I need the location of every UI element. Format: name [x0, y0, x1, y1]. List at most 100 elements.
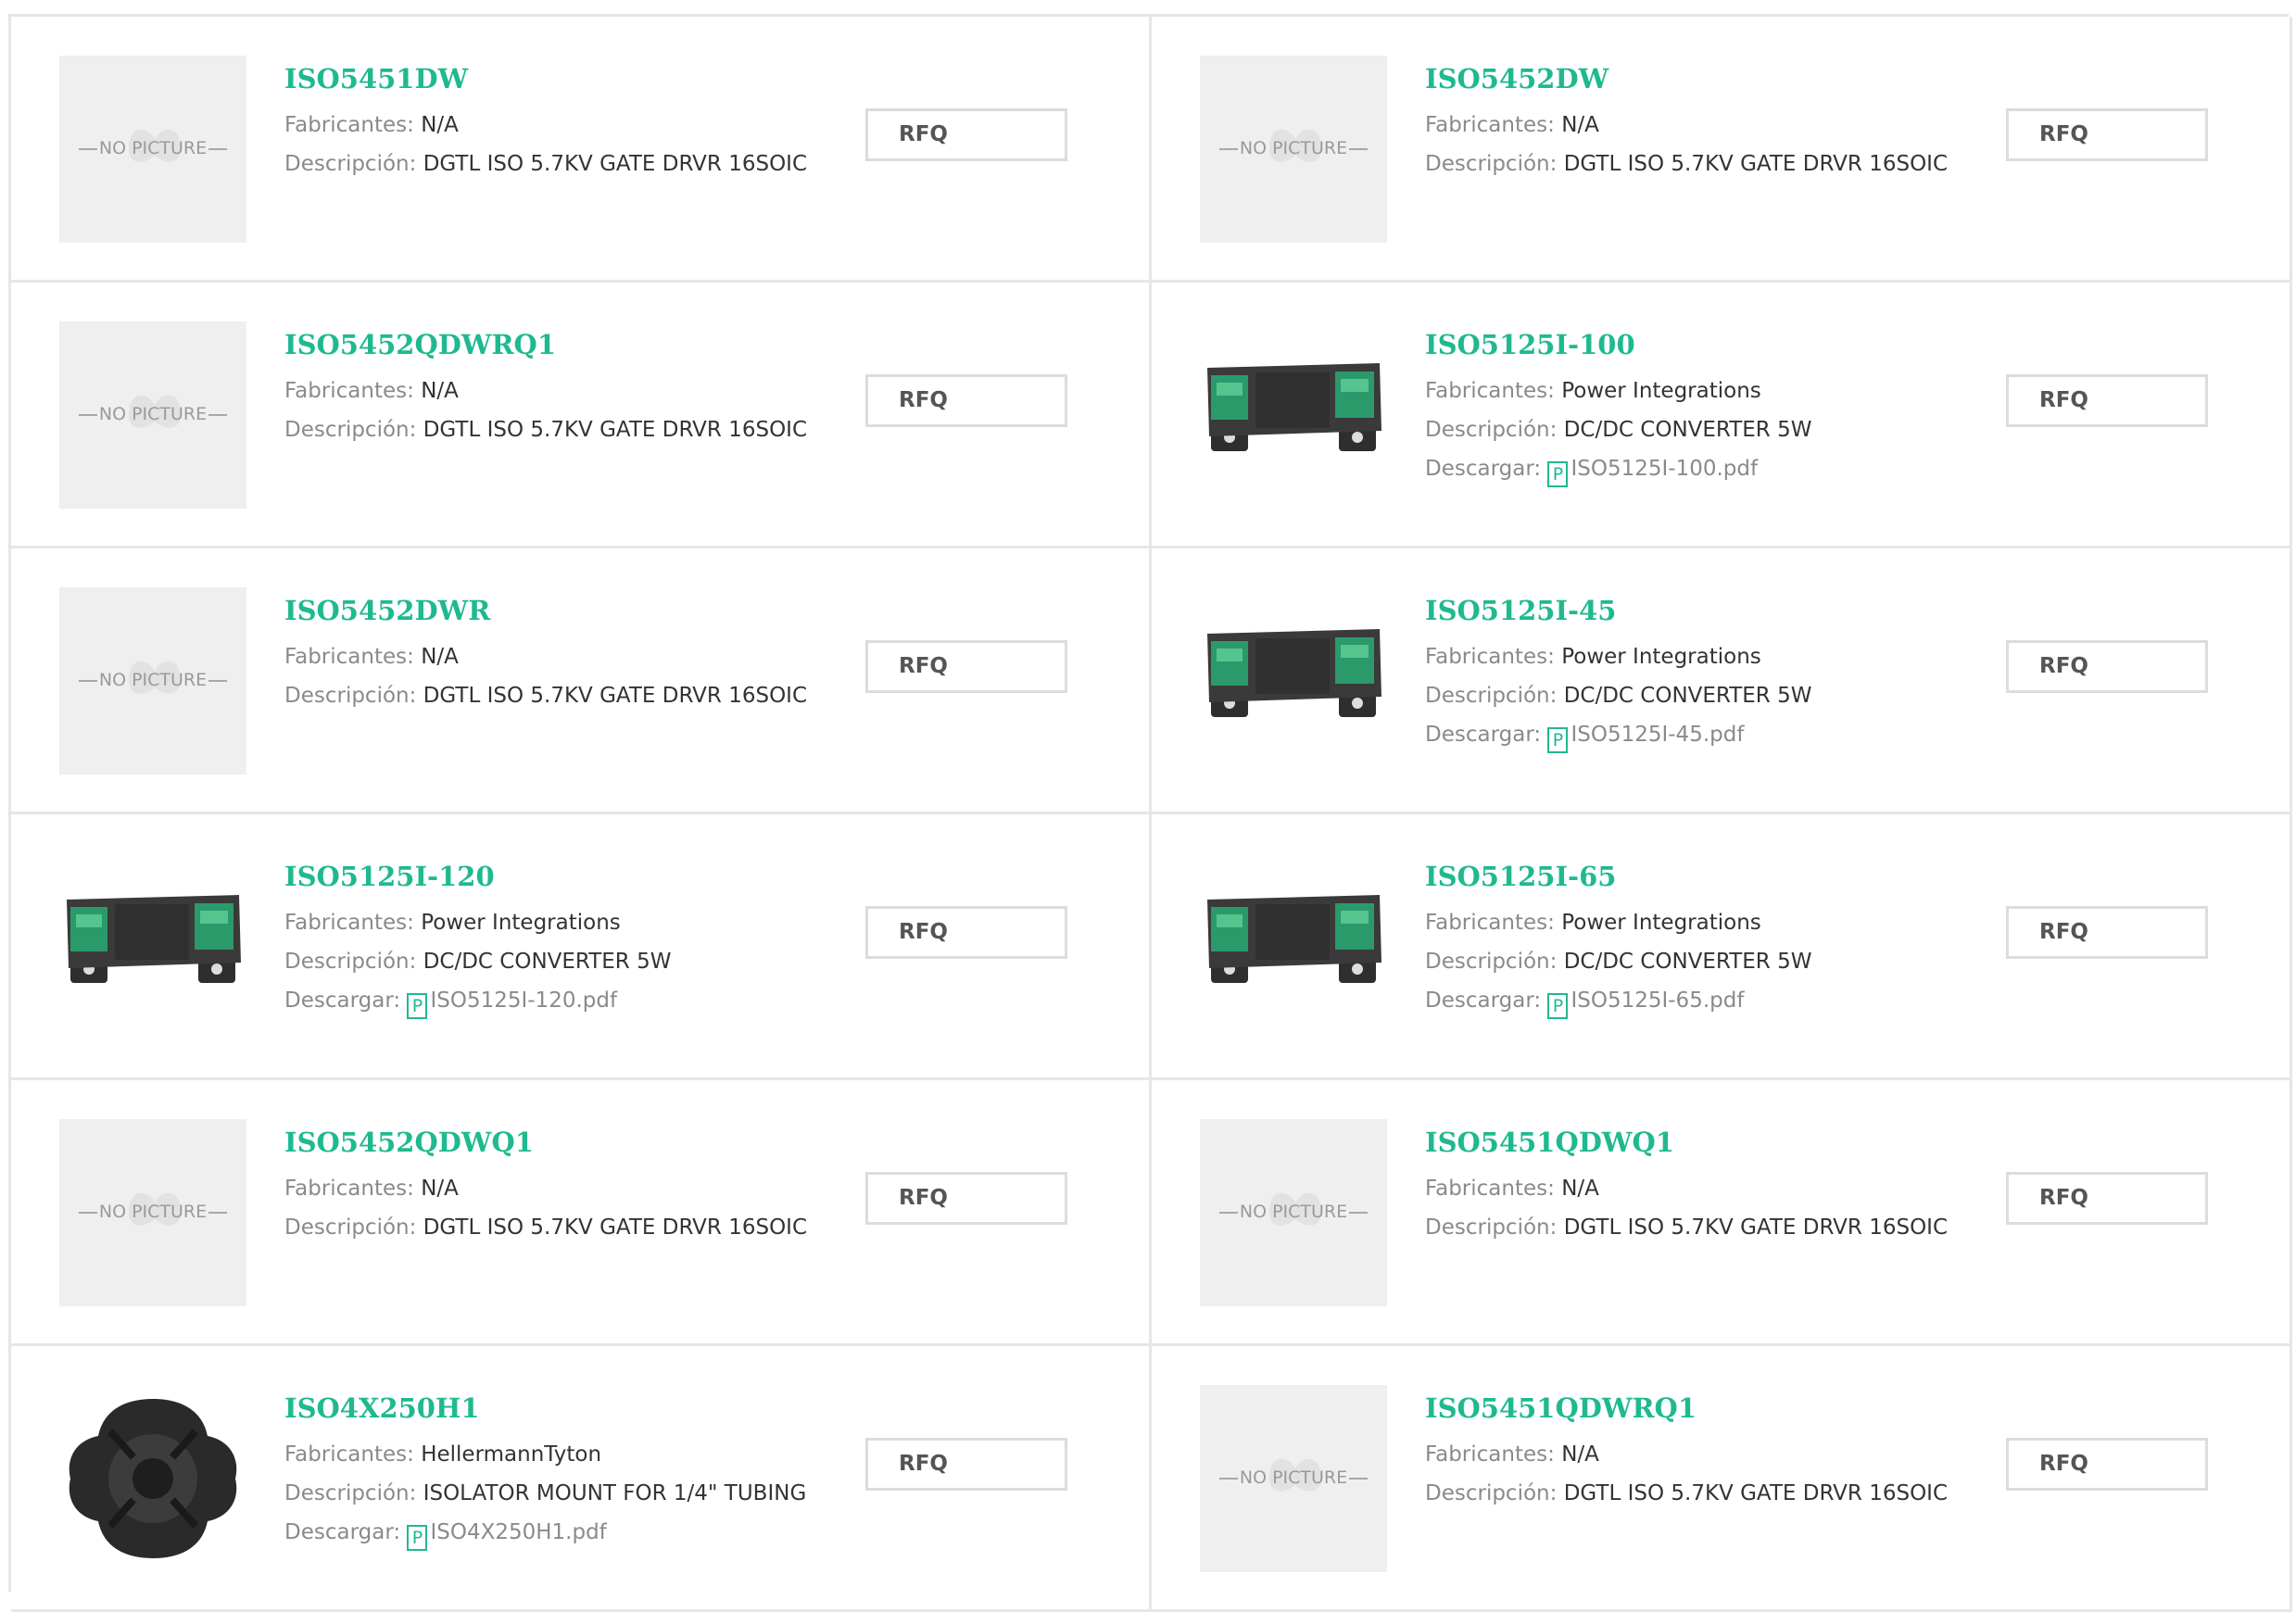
no-picture-text: NO PICTURE: [98, 404, 208, 424]
manufacturer-row: Fabricantes: HellermannTyton: [284, 1442, 601, 1467]
pdf-icon[interactable]: P: [407, 993, 428, 1019]
rfq-button[interactable]: RFQ: [2006, 108, 2208, 161]
description-row: Descripción: DGTL ISO 5.7KV GATE DRVR 16…: [1425, 1481, 1948, 1505]
description-row: Descripción: DC/DC CONVERTER 5W: [1425, 950, 1811, 974]
description-value: DGTL ISO 5.7KV GATE DRVR 16SOIC: [1563, 1481, 1949, 1505]
pdf-icon[interactable]: P: [1547, 727, 1569, 753]
product-card: NO PICTURE ISO5452QDWRQ1 Fabricantes: N/…: [11, 283, 1152, 548]
manufacturer-value: N/A: [1561, 1442, 1599, 1467]
no-picture-text: NO PICTURE: [1239, 1467, 1348, 1488]
description-value: ISOLATOR MOUNT FOR 1/4" TUBING: [423, 1481, 807, 1505]
converter-image: [1200, 587, 1387, 775]
no-picture-placeholder: NO PICTURE: [59, 587, 246, 775]
manufacturer-row: Fabricantes: N/A: [1425, 1177, 1599, 1201]
converter-image: [1200, 321, 1387, 509]
product-card: NO PICTURE ISO5452DWR Fabricantes: N/A D…: [11, 548, 1152, 814]
manufacturer-label: Fabricantes:: [1425, 645, 1555, 669]
download-label: Descargar:: [284, 1520, 401, 1544]
manufacturer-value: N/A: [1561, 113, 1599, 137]
manufacturer-value: Power Integrations: [1561, 379, 1761, 403]
product-name-link[interactable]: ISO5451QDWRQ1: [1425, 1392, 1697, 1424]
download-row: Descargar: P ISO5125I-120.pdf: [284, 989, 617, 1019]
product-grid: NO PICTURE ISO5451DW Fabricantes: N/A De…: [8, 14, 2292, 1612]
product-card: ISO5125I-45 Fabricantes: Power Integrati…: [1152, 548, 2292, 814]
manufacturer-value: N/A: [421, 379, 459, 403]
description-value: DGTL ISO 5.7KV GATE DRVR 16SOIC: [423, 418, 808, 442]
description-value: DGTL ISO 5.7KV GATE DRVR 16SOIC: [423, 152, 808, 176]
manufacturer-value: HellermannTyton: [421, 1442, 602, 1467]
product-name-link[interactable]: ISO5125I-120: [284, 861, 495, 892]
download-row: Descargar: P ISO5125I-65.pdf: [1425, 989, 1744, 1019]
manufacturer-label: Fabricantes:: [284, 911, 414, 935]
download-label: Descargar:: [1425, 723, 1542, 747]
manufacturer-label: Fabricantes:: [284, 645, 414, 669]
description-label: Descripción:: [284, 1481, 417, 1505]
isolator-mount-image: [59, 1385, 246, 1572]
manufacturer-row: Fabricantes: Power Integrations: [1425, 645, 1761, 669]
rfq-button[interactable]: RFQ: [2006, 374, 2208, 427]
product-name-link[interactable]: ISO5125I-45: [1425, 595, 1616, 626]
manufacturer-value: N/A: [1561, 1177, 1599, 1201]
pdf-icon[interactable]: P: [1547, 461, 1569, 487]
rfq-button[interactable]: RFQ: [2006, 906, 2208, 959]
no-picture-placeholder: NO PICTURE: [59, 1119, 246, 1306]
description-value: DC/DC CONVERTER 5W: [1563, 418, 1812, 442]
product-name-link[interactable]: ISO5125I-65: [1425, 861, 1616, 892]
no-picture-text: NO PICTURE: [98, 1202, 208, 1222]
description-value: DC/DC CONVERTER 5W: [1563, 950, 1812, 974]
description-row: Descripción: DC/DC CONVERTER 5W: [1425, 418, 1811, 442]
description-row: Descripción: DC/DC CONVERTER 5W: [284, 950, 671, 974]
no-picture-placeholder: NO PICTURE: [59, 56, 246, 243]
manufacturer-value: Power Integrations: [1561, 645, 1761, 669]
manufacturer-label: Fabricantes:: [284, 1177, 414, 1201]
product-card: ISO4X250H1 Fabricantes: HellermannTyton …: [11, 1346, 1152, 1612]
product-name-link[interactable]: ISO5452DW: [1425, 63, 1608, 94]
product-name-link[interactable]: ISO5452QDWQ1: [284, 1127, 534, 1158]
rfq-button[interactable]: RFQ: [865, 640, 1067, 693]
product-name-link[interactable]: ISO5452QDWRQ1: [284, 329, 556, 360]
rfq-button[interactable]: RFQ: [865, 1172, 1067, 1225]
manufacturer-value: Power Integrations: [421, 911, 621, 935]
product-card: NO PICTURE ISO5452QDWQ1 Fabricantes: N/A…: [11, 1080, 1152, 1346]
description-label: Descripción:: [1425, 418, 1558, 442]
product-card: NO PICTURE ISO5451QDWRQ1 Fabricantes: N/…: [1152, 1346, 2292, 1612]
rfq-button[interactable]: RFQ: [2006, 1172, 2208, 1225]
pdf-icon[interactable]: P: [1547, 993, 1569, 1019]
description-label: Descripción:: [1425, 950, 1558, 974]
product-name-link[interactable]: ISO4X250H1: [284, 1392, 480, 1424]
description-label: Descripción:: [1425, 684, 1558, 708]
pdf-link[interactable]: ISO5125I-100.pdf: [1571, 457, 1758, 481]
rfq-button[interactable]: RFQ: [2006, 640, 2208, 693]
manufacturer-label: Fabricantes:: [284, 113, 414, 137]
product-card: ISO5125I-65 Fabricantes: Power Integrati…: [1152, 814, 2292, 1080]
product-name-link[interactable]: ISO5451DW: [284, 63, 468, 94]
rfq-button[interactable]: RFQ: [865, 1438, 1067, 1491]
manufacturer-value: N/A: [421, 645, 459, 669]
manufacturer-value: Power Integrations: [1561, 911, 1761, 935]
rfq-button[interactable]: RFQ: [865, 108, 1067, 161]
manufacturer-row: Fabricantes: N/A: [284, 379, 459, 403]
rfq-button[interactable]: RFQ: [865, 374, 1067, 427]
pdf-link[interactable]: ISO5125I-65.pdf: [1571, 989, 1744, 1013]
rfq-button[interactable]: RFQ: [2006, 1438, 2208, 1491]
no-picture-text: NO PICTURE: [98, 670, 208, 690]
pdf-icon[interactable]: P: [407, 1525, 428, 1551]
rfq-button[interactable]: RFQ: [865, 906, 1067, 959]
product-name-link[interactable]: ISO5451QDWQ1: [1425, 1127, 1674, 1158]
pdf-link[interactable]: ISO4X250H1.pdf: [430, 1520, 606, 1544]
product-name-link[interactable]: ISO5125I-100: [1425, 329, 1635, 360]
manufacturer-row: Fabricantes: N/A: [284, 1177, 459, 1201]
manufacturer-label: Fabricantes:: [1425, 1177, 1555, 1201]
product-name-link[interactable]: ISO5452DWR: [284, 595, 490, 626]
download-label: Descargar:: [1425, 457, 1542, 481]
description-row: Descripción: DGTL ISO 5.7KV GATE DRVR 16…: [284, 152, 807, 176]
description-label: Descripción:: [1425, 1481, 1558, 1505]
manufacturer-value: N/A: [421, 113, 459, 137]
no-picture-text: NO PICTURE: [1239, 138, 1348, 158]
manufacturer-label: Fabricantes:: [1425, 379, 1555, 403]
description-row: Descripción: DGTL ISO 5.7KV GATE DRVR 16…: [284, 418, 807, 442]
manufacturer-label: Fabricantes:: [284, 1442, 414, 1467]
pdf-link[interactable]: ISO5125I-45.pdf: [1571, 723, 1744, 747]
description-value: DGTL ISO 5.7KV GATE DRVR 16SOIC: [423, 1215, 808, 1240]
pdf-link[interactable]: ISO5125I-120.pdf: [430, 989, 617, 1013]
